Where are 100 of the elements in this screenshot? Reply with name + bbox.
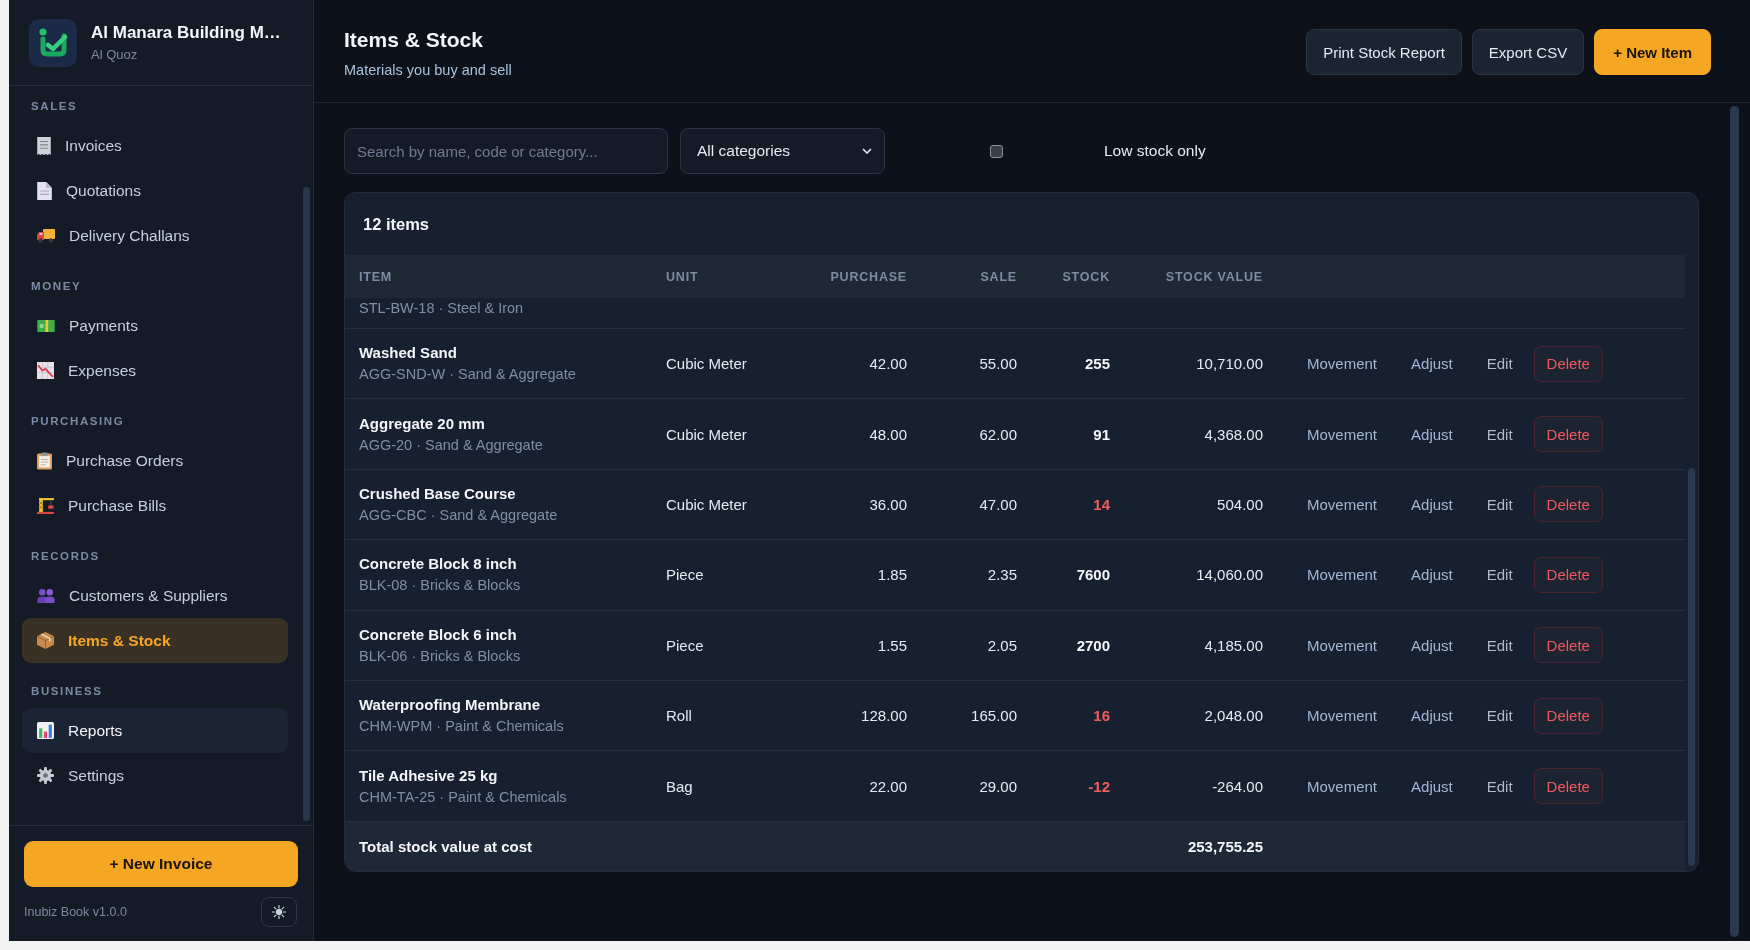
page-subtitle: Materials you buy and sell [344, 61, 512, 80]
unit-cell: Piece [666, 636, 704, 654]
nav-section-label: SALES [31, 100, 78, 112]
category-select[interactable]: All categories [680, 128, 885, 174]
item-name: Tile Adhesive 25 kg [359, 765, 498, 786]
edit-link[interactable]: Edit [1473, 768, 1526, 805]
delete-button[interactable]: Delete [1533, 627, 1603, 664]
column-header: PURCHASE [830, 269, 907, 284]
stock-quantity: 7600 [1076, 566, 1110, 584]
sale-price: 2.35 [987, 566, 1017, 584]
movement-link[interactable]: Movement [1294, 345, 1391, 382]
banknote-icon [37, 319, 55, 332]
nav-item[interactable]: Customers & Suppliers [22, 573, 288, 618]
theme-toggle-button[interactable] [261, 897, 297, 927]
scrollbar-thumb[interactable] [1730, 106, 1739, 937]
item-name: Concrete Block 8 inch [359, 554, 517, 575]
movement-link[interactable]: Movement [1294, 416, 1391, 453]
unit-cell: Piece [666, 566, 704, 584]
document-icon [37, 181, 52, 200]
sale-price: 62.00 [979, 425, 1017, 443]
nav-item[interactable]: Reports [22, 708, 288, 753]
new-invoice-button[interactable]: + New Invoice [24, 841, 298, 887]
new-item-button[interactable]: + New Item [1594, 29, 1711, 75]
unit-cell: Cubic Meter [666, 425, 747, 443]
item-code: BLK-08 · Bricks & Blocks [359, 576, 521, 596]
people-icon [37, 588, 55, 603]
nav-item[interactable]: Invoices [22, 123, 288, 168]
stock-quantity: 14 [1093, 495, 1110, 513]
delete-button[interactable]: Delete [1533, 486, 1603, 523]
package-icon [37, 632, 54, 649]
adjust-link[interactable]: Adjust [1398, 627, 1466, 664]
low-stock-checkbox[interactable] [990, 144, 1003, 158]
nav-item[interactable]: Payments [22, 303, 288, 348]
nav-item[interactable]: Items & Stock [22, 618, 288, 663]
delete-button[interactable]: Delete [1533, 768, 1603, 805]
nav-item[interactable]: Purchase Bills [22, 483, 288, 528]
page-title: Items & Stock [344, 27, 484, 53]
edit-link[interactable]: Edit [1473, 627, 1526, 664]
item-code: AGG-CBC · Sand & Aggregate [359, 505, 558, 525]
search-field[interactable]: Search by name, code or category... [344, 128, 668, 174]
movement-link[interactable]: Movement [1294, 627, 1391, 664]
delete-button[interactable]: Delete [1533, 345, 1603, 382]
movement-link[interactable]: Movement [1294, 768, 1391, 805]
stock-value: 14,060.00 [1196, 566, 1263, 584]
edit-link[interactable]: Edit [1473, 345, 1526, 382]
total-value: 253,755.25 [1187, 837, 1263, 855]
nav-item[interactable]: Expenses [22, 348, 288, 393]
sun-icon [272, 905, 286, 919]
chart-down-icon [37, 362, 54, 379]
movement-link[interactable]: Movement [1294, 556, 1391, 593]
adjust-link[interactable]: Adjust [1398, 345, 1466, 382]
edit-link[interactable]: Edit [1473, 697, 1526, 734]
item-code: AGG-SND-W · Sand & Aggregate [359, 365, 576, 385]
adjust-link[interactable]: Adjust [1398, 697, 1466, 734]
nav-item[interactable]: Purchase Orders [22, 438, 288, 483]
scrollbar-thumb[interactable] [303, 187, 310, 821]
bar-chart-icon [37, 722, 54, 739]
unit-cell: Cubic Meter [666, 495, 747, 513]
purchase-price: 1.85 [877, 566, 907, 584]
stock-value: -264.00 [1212, 777, 1263, 795]
edit-link[interactable]: Edit [1473, 556, 1526, 593]
nav-section-label: RECORDS [31, 550, 100, 562]
stock-quantity: 16 [1093, 707, 1110, 725]
edit-link[interactable]: Edit [1473, 416, 1526, 453]
delete-button[interactable]: Delete [1533, 556, 1603, 593]
nav-section-label: BUSINESS [31, 685, 103, 697]
scrollbar-thumb[interactable] [1688, 468, 1695, 866]
logo-icon [29, 18, 77, 67]
company-name: Al Manara Building M… [91, 22, 281, 43]
delete-button[interactable]: Delete [1533, 416, 1603, 453]
nav-item[interactable]: Quotations [22, 168, 288, 213]
nav-item[interactable]: Settings [22, 753, 288, 798]
stock-quantity: 255 [1084, 355, 1110, 373]
print-report-button[interactable]: Print Stock Report [1306, 29, 1462, 75]
movement-link[interactable]: Movement [1294, 697, 1391, 734]
edit-link[interactable]: Edit [1473, 486, 1526, 523]
stock-value: 4,185.00 [1204, 636, 1263, 654]
sale-price: 47.00 [979, 495, 1017, 513]
unit-cell: Roll [666, 707, 692, 725]
export-csv-button[interactable]: Export CSV [1471, 29, 1585, 75]
nav-item[interactable]: Delivery Challans [22, 213, 288, 258]
low-stock-label[interactable]: Low stock only [1104, 142, 1206, 160]
item-name: Aggregate 20 mm [359, 413, 485, 434]
item-code: CHM-TA-25 · Paint & Chemicals [359, 787, 567, 807]
item-count-title: 12 items [363, 214, 430, 234]
adjust-link[interactable]: Adjust [1398, 416, 1466, 453]
sale-price: 55.00 [979, 355, 1017, 373]
adjust-link[interactable]: Adjust [1398, 556, 1466, 593]
delete-button[interactable]: Delete [1533, 697, 1603, 734]
unit-cell: Bag [666, 777, 693, 795]
adjust-link[interactable]: Adjust [1398, 768, 1466, 805]
item-name: Waterproofing Membrane [359, 695, 541, 716]
stock-value: 504.00 [1217, 495, 1263, 513]
column-header: STOCK VALUE [1165, 269, 1263, 284]
total-label: Total stock value at cost [359, 837, 533, 855]
purchase-price: 42.00 [869, 355, 907, 373]
movement-link[interactable]: Movement [1294, 486, 1391, 523]
item-code: BLK-06 · Bricks & Blocks [359, 646, 521, 666]
adjust-link[interactable]: Adjust [1398, 486, 1466, 523]
item-name: Concrete Block 6 inch [359, 624, 517, 645]
